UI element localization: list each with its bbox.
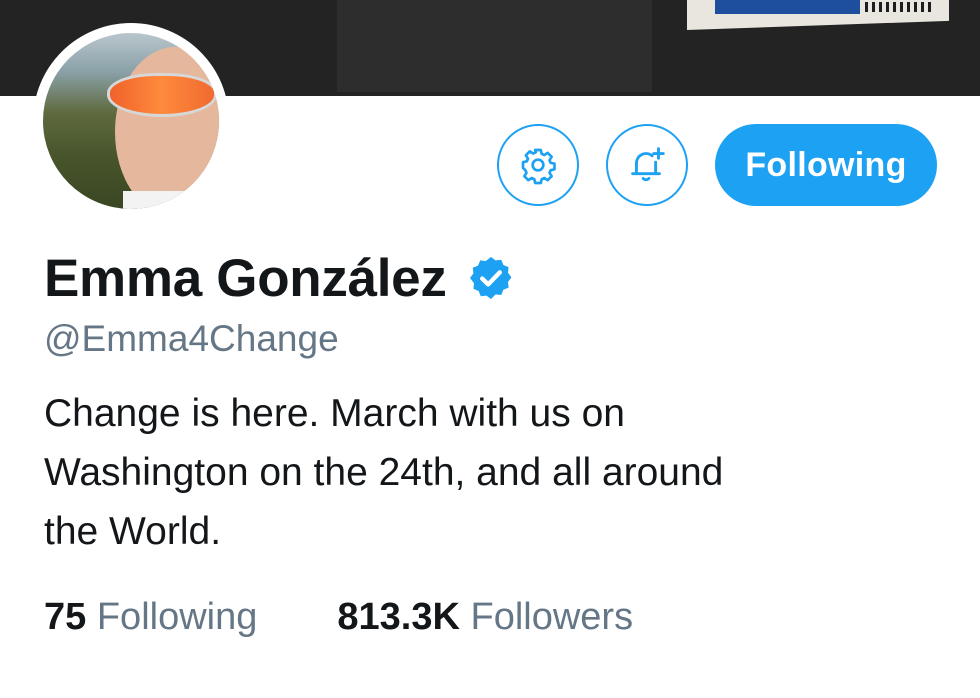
user-handle: @Emma4Change xyxy=(44,318,339,359)
bell-plus-icon xyxy=(631,147,665,182)
banner-image xyxy=(337,0,949,92)
notifications-button[interactable] xyxy=(606,124,688,206)
followers-label: Followers xyxy=(470,596,634,638)
profile-name-row: Emma González xyxy=(44,246,515,310)
following-label: Following xyxy=(96,596,258,638)
avatar-sunglasses xyxy=(107,73,217,117)
display-name: Emma González xyxy=(44,248,447,308)
avatar[interactable] xyxy=(43,33,219,209)
following-button[interactable]: Following xyxy=(715,124,937,206)
settings-button[interactable] xyxy=(497,124,579,206)
banner-bars xyxy=(865,2,931,12)
avatar-face xyxy=(115,47,219,209)
banner-graphic xyxy=(715,0,860,14)
followers-stat[interactable]: 813.3K Followers xyxy=(337,596,633,639)
bio-line: the World. xyxy=(44,510,222,553)
bio-line: Washington on the 24th, and all around xyxy=(44,451,724,494)
profile-stats: 75 Following 813.3K Followers xyxy=(44,596,633,639)
followers-count: 813.3K xyxy=(337,596,460,638)
profile-bio: Change is here. March with us on Washing… xyxy=(44,384,944,561)
gear-icon xyxy=(521,148,556,185)
following-count: 75 xyxy=(44,596,87,638)
following-stat[interactable]: 75 Following xyxy=(44,596,257,639)
bio-line: Change is here. March with us on xyxy=(44,392,625,435)
verified-badge-icon xyxy=(467,254,515,302)
avatar-shirt xyxy=(123,191,219,209)
